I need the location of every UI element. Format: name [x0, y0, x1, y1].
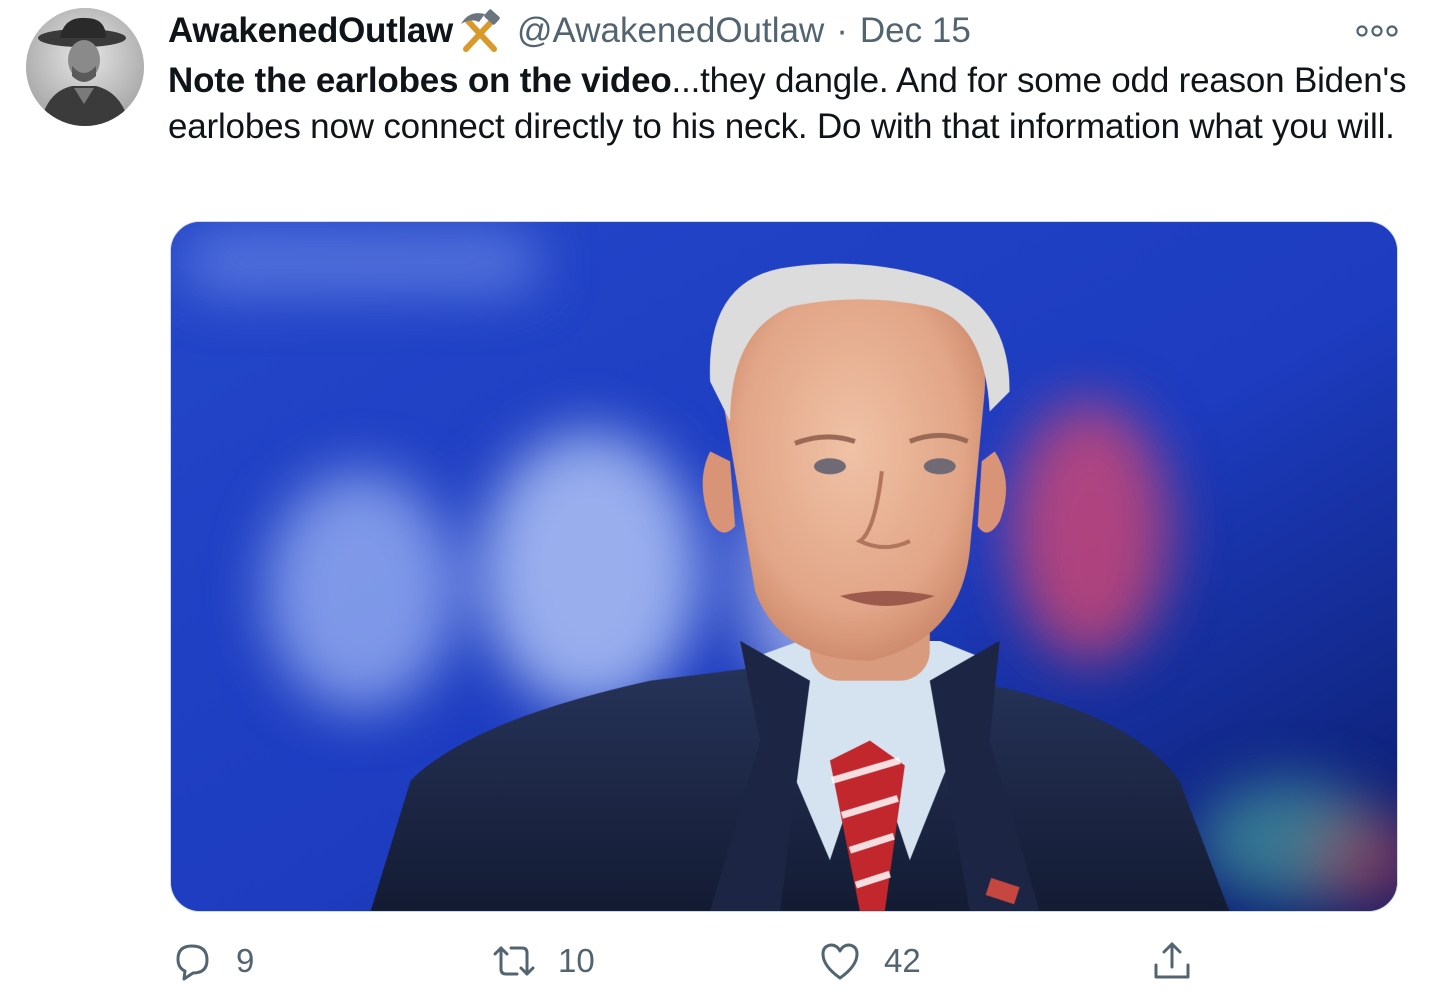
display-name[interactable]: AwakenedOutlaw — [168, 8, 453, 54]
share-icon — [1150, 939, 1194, 983]
tweet-actions: 9 10 42 — [0, 932, 1429, 990]
tweet-card: AwakenedOutlaw @AwakenedOutlaw · Dec 15 … — [0, 0, 1429, 1000]
retweet-count: 10 — [558, 942, 595, 979]
timestamp[interactable]: Dec 15 — [860, 8, 971, 54]
tweet-media[interactable] — [170, 221, 1398, 912]
reply-icon — [170, 939, 214, 983]
reply-button[interactable]: 9 — [170, 932, 254, 990]
author-handle[interactable]: @AwakenedOutlaw — [517, 8, 824, 54]
avatar-photo — [26, 8, 144, 126]
tweet-text-bold: Note the earlobes on the video — [168, 61, 672, 100]
retweet-icon — [492, 939, 536, 983]
tweet-header: AwakenedOutlaw @AwakenedOutlaw · Dec 15 — [168, 8, 971, 54]
hammer-and-pick-icon — [457, 8, 503, 54]
attached-photo — [171, 222, 1397, 911]
share-button[interactable] — [1150, 932, 1194, 990]
more-options-icon — [1356, 25, 1398, 37]
separator-dot: · — [836, 11, 848, 50]
avatar[interactable] — [26, 8, 144, 126]
retweet-button[interactable]: 10 — [492, 932, 595, 990]
like-button[interactable]: 42 — [818, 932, 921, 990]
more-options-button[interactable] — [1355, 18, 1399, 44]
heart-icon — [818, 939, 862, 983]
like-count: 42 — [884, 942, 921, 979]
reply-count: 9 — [236, 942, 255, 979]
tweet-text: Note the earlobes on the video...they da… — [168, 58, 1408, 150]
